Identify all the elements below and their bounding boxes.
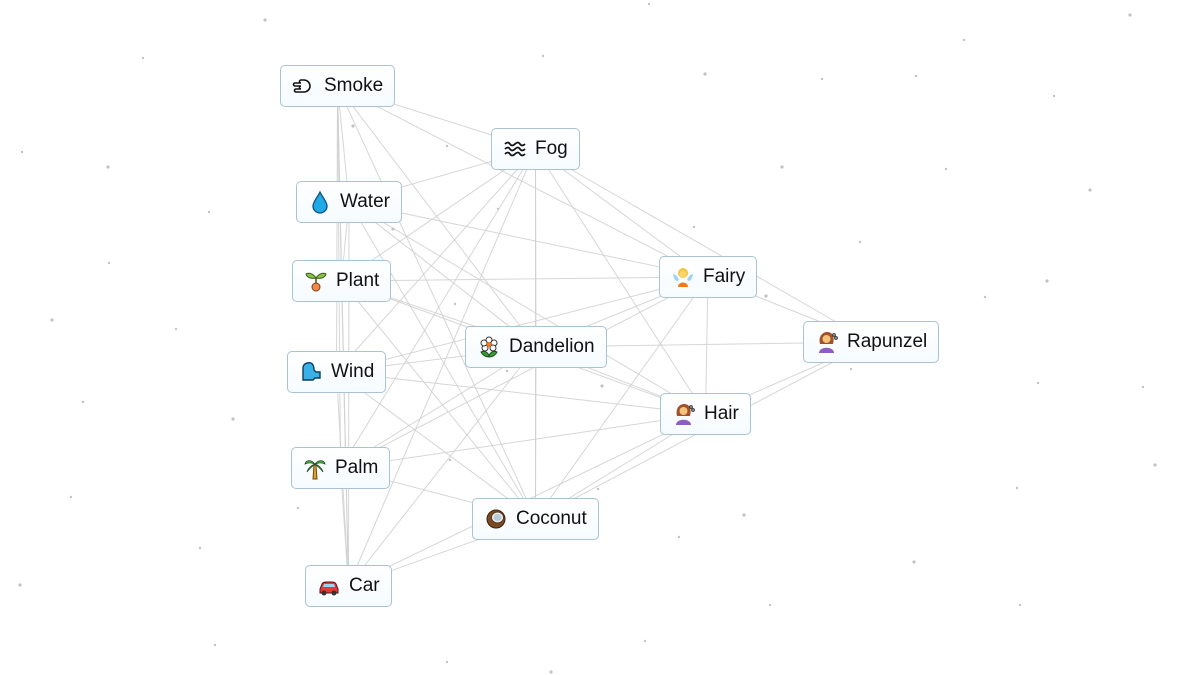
element-plant[interactable]: Plant [292, 260, 392, 302]
background-dot [600, 384, 604, 388]
background-dot [1128, 13, 1132, 17]
background-dot [962, 38, 966, 42]
background-dot [69, 495, 73, 499]
background-dot [914, 74, 918, 78]
element-wind[interactable]: Wind [287, 351, 387, 393]
element-palm[interactable]: Palm [291, 447, 391, 489]
connection-line-water-hair [348, 201, 706, 415]
element-label: Plant [336, 270, 380, 291]
background-dot [858, 240, 862, 244]
background-dot [764, 294, 768, 298]
element-label: Wind [331, 361, 375, 382]
background-dot [505, 369, 509, 373]
element-water[interactable]: Water [296, 181, 402, 223]
background-dot [18, 583, 22, 587]
haircut-woman-icon [672, 402, 696, 426]
background-dot [50, 318, 54, 322]
palm-tree-icon [303, 456, 327, 480]
element-label: Dandelion [509, 336, 595, 357]
background-dot [983, 295, 987, 299]
background-dot [944, 167, 948, 171]
connection-line-wind-hair [336, 371, 706, 415]
connection-line-fog-rapunzel [535, 148, 872, 343]
element-label: Hair [704, 403, 739, 424]
background-dot [1153, 463, 1157, 467]
background-dot [448, 458, 452, 462]
background-dot [445, 660, 449, 664]
background-dot [677, 535, 681, 539]
element-label: Fog [535, 138, 568, 159]
element-label: Smoke [324, 75, 384, 96]
background-dot [780, 165, 784, 169]
element-car[interactable]: Car [305, 565, 392, 607]
background-dot [107, 261, 111, 265]
wind-face-icon [299, 360, 323, 384]
connection-line-hair-palm [340, 413, 706, 469]
coconut-icon [484, 507, 508, 531]
background-dot [445, 144, 449, 148]
element-label: Palm [335, 457, 379, 478]
background-dot [820, 77, 824, 81]
element-label: Rapunzel [847, 331, 928, 352]
background-dot [1141, 385, 1145, 389]
element-label: Fairy [703, 266, 746, 287]
seedling-icon [304, 269, 328, 293]
element-rapunzel[interactable]: Rapunzel [803, 321, 940, 363]
element-label: Car [349, 575, 380, 596]
background-dot [263, 18, 267, 22]
background-dot [453, 302, 457, 306]
element-fairy[interactable]: Fairy [659, 256, 758, 298]
background-dot [141, 56, 145, 60]
background-dot [1052, 94, 1056, 98]
background-dot [768, 603, 772, 607]
background-dot [703, 72, 707, 76]
background-dot [1018, 603, 1022, 607]
element-hair[interactable]: Hair [660, 393, 751, 435]
fog-icon [503, 137, 527, 161]
background-dot [1015, 486, 1019, 490]
droplet-icon [308, 190, 332, 214]
connection-line-plant-fairy [341, 276, 709, 282]
background-dot [549, 670, 553, 674]
haircut-woman-icon [815, 330, 839, 354]
background-dot [174, 327, 178, 331]
element-fog[interactable]: Fog [491, 128, 580, 170]
background-dot [1088, 188, 1092, 192]
background-dot [198, 546, 202, 550]
element-coconut[interactable]: Coconut [472, 498, 599, 540]
car-icon [317, 574, 341, 598]
connection-line-dandelion-coconut [535, 346, 537, 520]
element-label: Water [340, 191, 390, 212]
element-smoke[interactable]: Smoke [280, 65, 396, 107]
element-label: Coconut [516, 508, 587, 529]
blossom-icon [477, 335, 501, 359]
background-dot [1045, 279, 1049, 283]
background-dot [231, 417, 235, 421]
background-dot [207, 210, 211, 214]
background-dot [596, 487, 600, 491]
background-dot [351, 124, 355, 128]
background-dot [106, 165, 110, 169]
element-dandelion[interactable]: Dandelion [465, 326, 607, 368]
background-dot [1036, 381, 1040, 385]
background-dot [296, 506, 300, 510]
background-dot [647, 2, 651, 6]
background-dot [643, 639, 647, 643]
background-dot [692, 225, 696, 229]
background-dot [541, 54, 545, 58]
background-dot [742, 513, 746, 517]
dashing-away-icon [292, 74, 316, 98]
background-dot [849, 367, 853, 371]
background-dot [912, 560, 916, 564]
background-dot [213, 643, 217, 647]
fairy-icon [671, 265, 695, 289]
background-dot [20, 150, 24, 154]
background-dot [81, 400, 85, 404]
connection-line-wind-coconut [336, 371, 536, 520]
